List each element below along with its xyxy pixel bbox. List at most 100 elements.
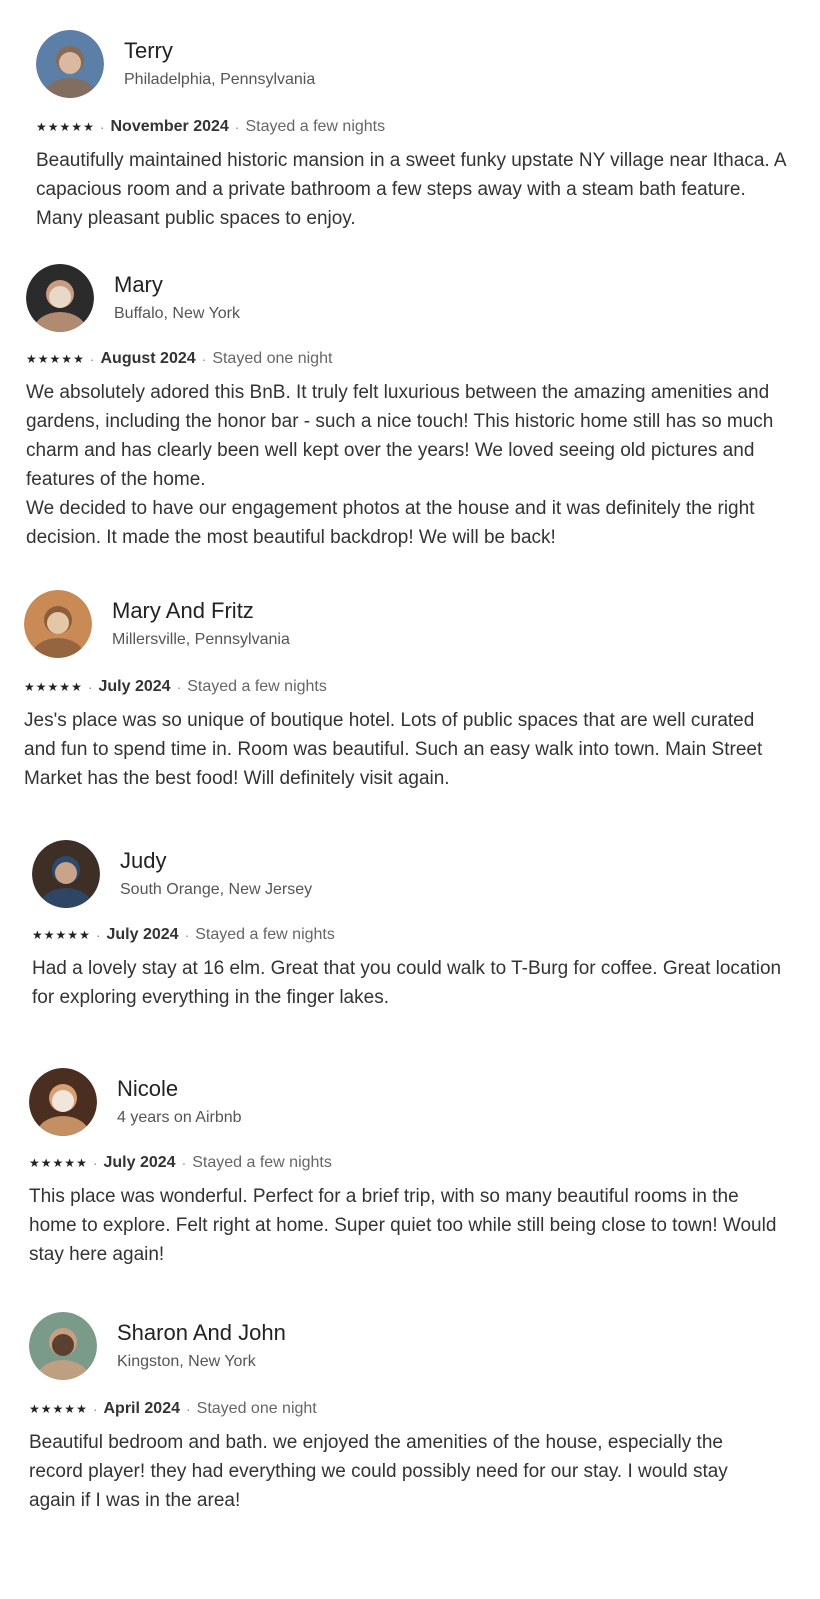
separator-dot: · — [181, 1155, 187, 1171]
star-icon: ★ — [61, 352, 73, 366]
star-icon: ★ — [52, 1402, 64, 1416]
reviewer-name[interactable]: Mary And Fritz — [112, 597, 290, 625]
star-icon: ★ — [55, 928, 67, 942]
reviewer-location: 4 years on Airbnb — [117, 1109, 242, 1126]
star-rating: ★ ★ ★ ★ ★ — [26, 353, 84, 365]
star-icon: ★ — [36, 120, 47, 134]
separator-dot: · — [201, 351, 207, 367]
review-card: Terry Philadelphia, Pennsylvania ★ ★ ★ ★ ★ ·… — [36, 28, 796, 233]
star-icon: ★ — [73, 352, 84, 366]
reviewer-location: Kingston, New York — [117, 1353, 256, 1370]
reviewer-info: Mary And Fritz Millersville, Pennsylvani… — [112, 597, 290, 651]
star-icon: ★ — [37, 352, 49, 366]
avatar-photo-icon — [32, 840, 100, 908]
star-rating: ★ ★ ★ ★ ★ — [29, 1403, 87, 1415]
separator-dot: · — [92, 1401, 98, 1417]
review-meta: ★ ★ ★ ★ ★ · November 2024 · Stayed a few nig… — [36, 116, 796, 138]
separator-dot: · — [184, 927, 190, 943]
review-card: Mary And Fritz Millersville, Pennsylvani… — [24, 588, 784, 793]
review-text: Had a lovely stay at 16 elm. Great that … — [32, 958, 782, 1008]
review-header: Sharon And John Kingston, New York — [29, 1310, 789, 1382]
separator-dot: · — [99, 119, 105, 135]
reviewer-name[interactable]: Mary — [114, 271, 240, 299]
reviewer-location: Buffalo, New York — [114, 305, 241, 322]
separator-dot: · — [185, 1401, 191, 1417]
review-text: Beautiful bedroom and bath. we enjoyed t… — [29, 1432, 728, 1511]
star-icon: ★ — [76, 1156, 87, 1170]
review-meta: ★ ★ ★ ★ ★ · July 2024 · Stayed a few nights — [29, 1152, 789, 1174]
avatar-photo-icon — [24, 590, 92, 658]
star-icon: ★ — [24, 680, 35, 694]
reviewer-name[interactable]: Sharon And John — [117, 1319, 286, 1347]
avatar[interactable] — [32, 840, 100, 908]
star-icon: ★ — [76, 1402, 87, 1416]
review-meta: ★ ★ ★ ★ ★ · August 2024 · Stayed one night — [26, 348, 786, 370]
reviewer-info: Terry Philadelphia, Pennsylvania — [124, 37, 315, 91]
avatar[interactable] — [24, 590, 92, 658]
star-icon: ★ — [32, 928, 43, 942]
review-header: Mary Buffalo, New York — [26, 262, 786, 334]
separator-dot: · — [89, 351, 95, 367]
review-date: August 2024 — [100, 350, 196, 367]
separator-dot: · — [87, 679, 93, 695]
review-date: April 2024 — [103, 1400, 180, 1417]
review-date: November 2024 — [110, 118, 229, 135]
star-icon: ★ — [64, 1402, 76, 1416]
reviewer-location: Millersville, Pennsylvania — [112, 631, 290, 648]
review-date: July 2024 — [103, 1154, 176, 1171]
review-date: July 2024 — [98, 678, 171, 695]
review-header: Terry Philadelphia, Pennsylvania — [36, 28, 796, 100]
star-icon: ★ — [52, 1156, 64, 1170]
avatar-photo-icon — [26, 264, 94, 332]
star-icon: ★ — [71, 680, 82, 694]
reviewer-name[interactable]: Nicole — [117, 1075, 242, 1103]
avatar[interactable] — [26, 264, 94, 332]
review-text: Jes's place was so unique of boutique ho… — [24, 710, 763, 789]
avatar[interactable] — [36, 30, 104, 98]
review-stay-length: Stayed one night — [212, 350, 333, 367]
review-meta: ★ ★ ★ ★ ★ · July 2024 · Stayed a few nights — [24, 676, 784, 698]
star-icon: ★ — [47, 680, 59, 694]
avatar[interactable] — [29, 1068, 97, 1136]
review-stay-length: Stayed a few nights — [245, 118, 386, 135]
separator-dot: · — [92, 1155, 98, 1171]
review-text: Beautifully maintained historic mansion … — [36, 150, 786, 229]
reviewer-name[interactable]: Terry — [124, 37, 315, 65]
separator-dot: · — [234, 119, 240, 135]
star-icon: ★ — [43, 928, 55, 942]
star-icon: ★ — [49, 352, 61, 366]
star-icon: ★ — [83, 120, 94, 134]
star-icon: ★ — [59, 680, 71, 694]
avatar-photo-icon — [29, 1068, 97, 1136]
star-icon: ★ — [35, 680, 47, 694]
star-icon: ★ — [40, 1402, 52, 1416]
star-icon: ★ — [47, 120, 59, 134]
review-text: This place was wonderful. Perfect for a … — [29, 1186, 777, 1265]
star-icon: ★ — [59, 120, 71, 134]
star-icon: ★ — [71, 120, 83, 134]
review-stay-length: Stayed a few nights — [187, 678, 327, 695]
review-date: July 2024 — [106, 926, 179, 943]
review-card: Nicole 4 years on Airbnb ★ ★ ★ ★ ★ · July 20… — [29, 1066, 789, 1269]
review-card: Judy South Orange, New Jersey ★ ★ ★ ★ ★ · Ju… — [32, 838, 792, 1012]
star-icon: ★ — [64, 1156, 76, 1170]
review-stay-length: Stayed one night — [196, 1400, 317, 1417]
reviewer-location: Philadelphia, Pennsylvania — [124, 71, 316, 88]
avatar[interactable] — [29, 1312, 97, 1380]
star-rating: ★ ★ ★ ★ ★ — [32, 929, 90, 941]
review-meta: ★ ★ ★ ★ ★ · April 2024 · Stayed one night — [29, 1398, 789, 1420]
reviewer-info: Mary Buffalo, New York — [114, 271, 240, 325]
star-icon: ★ — [40, 1156, 52, 1170]
separator-dot: · — [95, 927, 101, 943]
review-meta: ★ ★ ★ ★ ★ · July 2024 · Stayed a few nights — [32, 924, 792, 946]
reviewer-name[interactable]: Judy — [120, 847, 312, 875]
star-icon: ★ — [29, 1402, 40, 1416]
reviewer-info: Sharon And John Kingston, New York — [117, 1319, 286, 1373]
review-header: Judy South Orange, New Jersey — [32, 838, 792, 910]
review-stay-length: Stayed a few nights — [195, 926, 335, 943]
reviewer-info: Judy South Orange, New Jersey — [120, 847, 312, 901]
reviewer-info: Nicole 4 years on Airbnb — [117, 1075, 242, 1129]
avatar-photo-icon — [29, 1312, 97, 1380]
review-text: We absolutely adored this BnB. It truly … — [26, 382, 774, 548]
star-icon: ★ — [79, 928, 90, 942]
